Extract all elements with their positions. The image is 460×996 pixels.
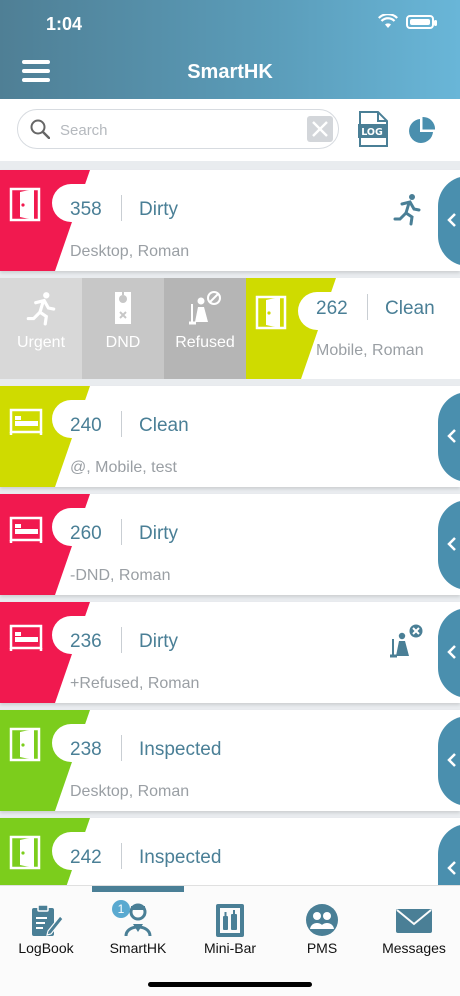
room-info: +Refused, Roman: [70, 675, 200, 692]
tab-smarthk[interactable]: 1 SmartHK: [92, 886, 184, 962]
room-card[interactable]: 358 Dirty Desktop, Roman: [0, 170, 460, 271]
tab-label: LogBook: [18, 940, 74, 956]
expand-handle[interactable]: [438, 176, 460, 266]
room-status: Dirty: [139, 199, 179, 220]
room-status: Clean: [139, 415, 189, 436]
search-toolbar: LOG: [0, 99, 460, 161]
dnd-action-button[interactable]: DND: [82, 278, 164, 379]
running-person-icon: [393, 194, 421, 226]
tab-label: PMS: [306, 940, 338, 956]
chevron-left-icon: [447, 753, 456, 767]
room-number: 238: [70, 739, 102, 760]
urgent-action-button[interactable]: Urgent: [0, 278, 82, 379]
bed-icon: [9, 408, 43, 435]
close-icon: [312, 121, 328, 137]
room-info: Mobile, Roman: [316, 342, 424, 359]
svg-text:LOG: LOG: [361, 127, 383, 138]
tab-label: SmartHK: [109, 940, 167, 956]
room-info: Desktop, Roman: [70, 243, 190, 260]
battery-icon: [406, 14, 437, 29]
tab-pms[interactable]: PMS: [276, 886, 368, 962]
clear-search-button[interactable]: [307, 116, 333, 142]
tab-minibar[interactable]: Mini-Bar: [184, 886, 276, 962]
status-time: 1:04: [46, 14, 83, 34]
refused-housekeeper-icon: [390, 624, 423, 658]
room-card[interactable]: 260 Dirty -DND, Roman: [0, 494, 460, 595]
chevron-left-icon: [447, 213, 456, 227]
chevron-left-icon: [447, 645, 456, 659]
expand-handle[interactable]: [438, 392, 460, 482]
chevron-left-icon: [447, 429, 456, 443]
door-icon: [9, 835, 41, 870]
status-icons: [378, 14, 437, 29]
bottom-tab-bar: LogBook 1 SmartHK Mini-Bar PMS Messages: [0, 885, 460, 996]
urgent-label: Urgent: [16, 334, 66, 351]
room-status: Inspected: [139, 847, 222, 868]
room-info: Desktop, Roman: [70, 783, 190, 800]
room-status: Clean: [385, 298, 435, 319]
search-input[interactable]: [60, 117, 310, 143]
door-icon: [9, 727, 41, 762]
door-hanger-icon: [115, 292, 131, 324]
room-number: 240: [70, 415, 102, 436]
app-header: 1:04 SmartHK: [0, 0, 460, 99]
room-number: 260: [70, 523, 102, 544]
tab-label: Messages: [382, 940, 446, 956]
room-list: 358 Dirty Desktop, Roman Urgent DND Refu…: [0, 161, 460, 885]
chevron-left-icon: [447, 537, 456, 551]
room-status: Dirty: [139, 523, 179, 544]
room-status: Dirty: [139, 631, 179, 652]
room-number: 262: [316, 298, 348, 319]
search-box: [17, 109, 339, 149]
tab-messages[interactable]: Messages: [368, 886, 460, 962]
refused-label: Refused: [175, 334, 235, 351]
room-card[interactable]: 242 Inspected: [0, 818, 460, 885]
expand-handle[interactable]: [438, 500, 460, 590]
people-icon: [306, 904, 338, 936]
pie-chart-icon[interactable]: [406, 116, 436, 146]
tab-logbook[interactable]: LogBook: [0, 886, 92, 962]
chevron-left-icon: [447, 861, 456, 875]
expand-handle[interactable]: [438, 824, 460, 885]
expand-handle[interactable]: [438, 716, 460, 806]
room-info: @, Mobile, test: [70, 459, 177, 476]
notification-badge: 1: [112, 900, 130, 918]
refused-housekeeper-icon: [189, 291, 221, 325]
tab-label: Mini-Bar: [203, 940, 257, 956]
room-card[interactable]: 238 Inspected Desktop, Roman: [0, 710, 460, 811]
expand-handle[interactable]: [438, 608, 460, 698]
minibar-icon: [216, 904, 244, 937]
logbook-icon: [32, 904, 64, 936]
search-icon: [30, 119, 50, 139]
bed-icon: [9, 624, 43, 651]
page-title: SmartHK: [187, 61, 273, 83]
room-card[interactable]: 240 Clean @, Mobile, test: [0, 386, 460, 487]
dnd-label: DND: [105, 334, 141, 351]
room-number: 358: [70, 199, 102, 220]
envelope-icon: [396, 909, 432, 933]
room-number: 236: [70, 631, 102, 652]
room-card[interactable]: 262 Clean Mobile, Roman: [246, 278, 460, 379]
swiped-room-row: Urgent DND Refused 262 Clean Mobile, Rom…: [0, 278, 460, 379]
room-number: 242: [70, 847, 102, 868]
room-card[interactable]: 236 Dirty +Refused, Roman: [0, 602, 460, 703]
room-info: -DND, Roman: [70, 567, 171, 584]
home-indicator: [148, 982, 312, 987]
door-icon: [9, 187, 41, 222]
running-person-icon: [26, 292, 56, 326]
bed-icon: [9, 516, 43, 543]
refused-action-button[interactable]: Refused: [164, 278, 246, 379]
room-status: Inspected: [139, 739, 222, 760]
door-icon: [255, 295, 287, 330]
log-file-icon[interactable]: LOG: [357, 111, 389, 147]
wifi-icon: [378, 14, 398, 28]
